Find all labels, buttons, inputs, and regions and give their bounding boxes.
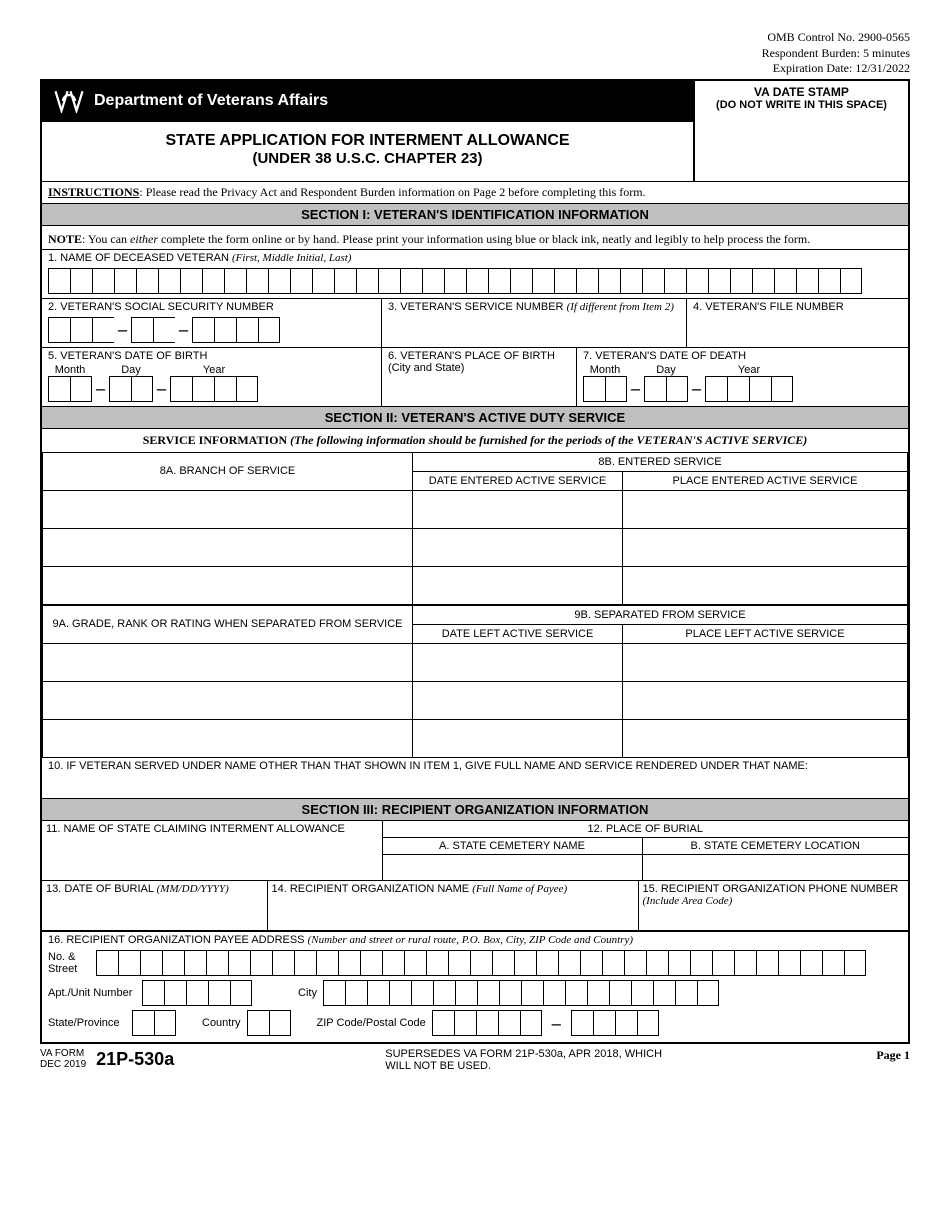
addr-street-input[interactable] [96,950,866,976]
page-footer: VA FORM DEC 2019 21P-530a SUPERSEDES VA … [40,1048,910,1072]
footer-supersedes: SUPERSEDES VA FORM 21P-530a, APR 2018, W… [385,1048,665,1072]
place-entered-input[interactable] [623,490,908,528]
date-entered-input[interactable] [413,490,623,528]
field-4-label: 4. VETERAN'S FILE NUMBER [687,299,908,315]
field-1-input[interactable] [42,266,908,298]
field-12b-label: B. STATE CEMETERY LOCATION [642,837,908,854]
date-left-input[interactable] [413,643,623,681]
field-16-label: 16. RECIPIENT ORGANIZATION PAYEE ADDRESS… [42,932,908,948]
date-stamp-title: VA DATE STAMP [699,85,904,99]
col-8b-place: PLACE ENTERED ACTIVE SERVICE [623,471,908,490]
field-1-label: 1. NAME OF DECEASED VETERAN (First, Midd… [42,250,908,266]
branch-input[interactable] [43,566,413,604]
date-entered-input[interactable] [413,566,623,604]
place-left-input[interactable] [623,643,908,681]
instructions-text: : Please read the Privacy Act and Respon… [139,185,645,199]
section-1-note: NOTE: You can either complete the form o… [42,226,908,249]
addr-state-input[interactable] [132,1010,176,1036]
date-entered-input[interactable] [413,528,623,566]
addr-city-input[interactable] [323,980,719,1006]
omb-block: OMB Control No. 2900-0565 Respondent Bur… [40,30,910,77]
note-t2: complete the form online or by hand. Ple… [158,232,810,246]
note-em: either [130,232,158,246]
field-3-label: 3. VETERAN'S SERVICE NUMBER (If differen… [382,299,686,315]
field-12a-label: A. STATE CEMETERY NAME [382,837,642,854]
field-2-label: 2. VETERAN'S SOCIAL SECURITY NUMBER [42,299,381,315]
footer-form-number: 21P-530a [96,1049,174,1070]
date-left-input[interactable] [413,719,623,757]
col-9b: 9B. SEPARATED FROM SERVICE [413,605,908,624]
dept-header: Department of Veterans Affairs [42,81,693,121]
date-stamp-note: (DO NOT WRITE IN THIS SPACE) [699,99,904,111]
field-13[interactable]: 13. DATE OF BURIAL (MM/DD/YYYY) [42,881,267,931]
branch-input[interactable] [43,490,413,528]
place-entered-input[interactable] [623,566,908,604]
addr-zip-label: ZIP Code/Postal Code [317,1017,426,1029]
instructions-row: INSTRUCTIONS: Please read the Privacy Ac… [42,181,908,203]
addr-country-label: Country [202,1017,241,1029]
addr-state-label: State/Province [48,1017,126,1029]
dob-input[interactable]: Month – Day – Year [42,364,381,406]
section-1-header: SECTION I: VETERAN'S IDENTIFICATION INFO… [42,203,908,226]
addr-zip-input[interactable] [432,1010,542,1036]
cemetery-location-input[interactable] [642,854,908,880]
col-8b: 8B. ENTERED SERVICE [413,452,908,471]
field-15[interactable]: 15. RECIPIENT ORGANIZATION PHONE NUMBER … [638,881,908,931]
omb-control: OMB Control No. 2900-0565 [40,30,910,46]
section-3-table-1: 11. NAME OF STATE CLAIMING INTERMENT ALL… [42,821,908,881]
note-t1: : You can [82,232,130,246]
section-2-header: SECTION II: VETERAN'S ACTIVE DUTY SERVIC… [42,406,908,429]
form-title-block: STATE APPLICATION FOR INTERMENT ALLOWANC… [42,121,693,181]
date-stamp-box: VA DATE STAMP (DO NOT WRITE IN THIS SPAC… [693,81,908,121]
date-stamp-space [693,121,908,181]
ssn-input[interactable]: – – [42,315,381,347]
place-left-input[interactable] [623,719,908,757]
col-9a: 9A. GRADE, RANK OR RATING WHEN SEPARATED… [43,605,413,643]
branch-input[interactable] [43,528,413,566]
place-left-input[interactable] [623,681,908,719]
omb-expiration: Expiration Date: 12/31/2022 [40,61,910,77]
dod-input[interactable]: Month – Day – Year [577,364,908,406]
note-label: NOTE [48,232,82,246]
addr-zip4-input[interactable] [571,1010,659,1036]
col-8a: 8A. BRANCH OF SERVICE [43,452,413,490]
field-5-label: 5. VETERAN'S DATE OF BIRTH [42,348,381,364]
form-title-2: (UNDER 38 U.S.C. CHAPTER 23) [42,150,693,167]
grade-input[interactable] [43,719,413,757]
grade-input[interactable] [43,681,413,719]
addr-country-input[interactable] [247,1010,291,1036]
instructions-label: INSTRUCTIONS [48,185,139,199]
col-8b-date: DATE ENTERED ACTIVE SERVICE [413,471,623,490]
grade-input[interactable] [43,643,413,681]
omb-burden: Respondent Burden: 5 minutes [40,46,910,62]
dept-title: Department of Veterans Affairs [94,92,328,110]
addr-city-label: City [298,987,317,999]
place-entered-input[interactable] [623,528,908,566]
form-title-1: STATE APPLICATION FOR INTERMENT ALLOWANC… [42,132,693,150]
field-14[interactable]: 14. RECIPIENT ORGANIZATION NAME (Full Na… [267,881,638,931]
footer-date: DEC 2019 [40,1059,86,1070]
cemetery-name-input[interactable] [382,854,642,880]
field-6-label: 6. VETERAN'S PLACE OF BIRTH (City and St… [382,348,576,376]
va-logo-icon [54,89,84,113]
date-left-input[interactable] [413,681,623,719]
field-7-label: 7. VETERAN'S DATE OF DEATH [577,348,908,364]
section-3-table-2: 13. DATE OF BURIAL (MM/DD/YYYY) 14. RECI… [42,881,908,932]
footer-va-form: VA FORM [40,1048,86,1059]
col-9b-date: DATE LEFT ACTIVE SERVICE [413,624,623,643]
field-10-input[interactable] [42,774,908,798]
service-table-entered: 8A. BRANCH OF SERVICE 8B. ENTERED SERVIC… [42,452,908,605]
addr-apt-input[interactable] [142,980,252,1006]
footer-page: Page 1 [876,1048,910,1072]
field-10-label: 10. IF VETERAN SERVED UNDER NAME OTHER T… [42,758,908,774]
addr-no-street-label: No. & Street [48,951,90,975]
service-table-separated: 9A. GRADE, RANK OR RATING WHEN SEPARATED… [42,605,908,758]
col-9b-place: PLACE LEFT ACTIVE SERVICE [623,624,908,643]
field-12-label: 12. PLACE OF BURIAL [382,821,908,838]
section-3-header: SECTION III: RECIPIENT ORGANIZATION INFO… [42,798,908,821]
addr-apt-label: Apt./Unit Number [48,987,136,999]
service-info-note: SERVICE INFORMATION (The following infor… [42,429,908,452]
field-11[interactable]: 11. NAME OF STATE CLAIMING INTERMENT ALL… [42,821,382,881]
